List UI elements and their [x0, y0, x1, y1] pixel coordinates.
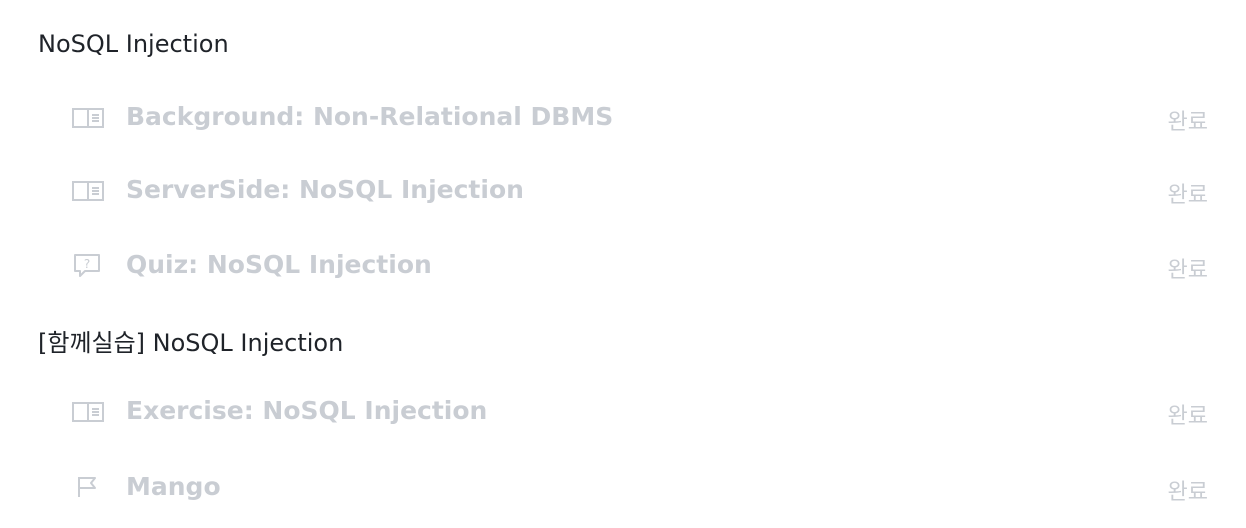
- lesson-status: 완료: [1167, 404, 1208, 429]
- lesson-title: Exercise: NoSQL Injection: [126, 396, 488, 425]
- quiz-icon: ?: [72, 252, 104, 277]
- lesson-status: 완료: [1167, 480, 1208, 505]
- lesson-item[interactable]: ? Quiz: NoSQL Injection 완료: [0, 228, 1246, 300]
- lesson-title: ServerSide: NoSQL Injection: [126, 175, 524, 204]
- book-icon: [72, 106, 104, 130]
- lesson-title: Mango: [126, 472, 221, 501]
- book-icon: [72, 400, 104, 424]
- lesson-status: 완료: [1167, 258, 1208, 283]
- svg-text:?: ?: [84, 257, 90, 271]
- section-title: NoSQL Injection: [38, 30, 229, 58]
- lesson-item[interactable]: Exercise: NoSQL Injection 완료: [0, 374, 1246, 446]
- lesson-title: Quiz: NoSQL Injection: [126, 250, 432, 279]
- lesson-item[interactable]: Mango 완료: [0, 450, 1246, 522]
- lesson-item[interactable]: ServerSide: NoSQL Injection 완료: [0, 153, 1246, 225]
- lesson-status: 완료: [1167, 110, 1208, 135]
- flag-icon: [72, 474, 104, 498]
- section-title: [함께실습] NoSQL Injection: [38, 329, 344, 357]
- lesson-item[interactable]: Background: Non-Relational DBMS 완료: [0, 80, 1246, 152]
- lesson-status: 완료: [1167, 183, 1208, 208]
- lesson-title: Background: Non-Relational DBMS: [126, 102, 614, 131]
- book-icon: [72, 179, 104, 203]
